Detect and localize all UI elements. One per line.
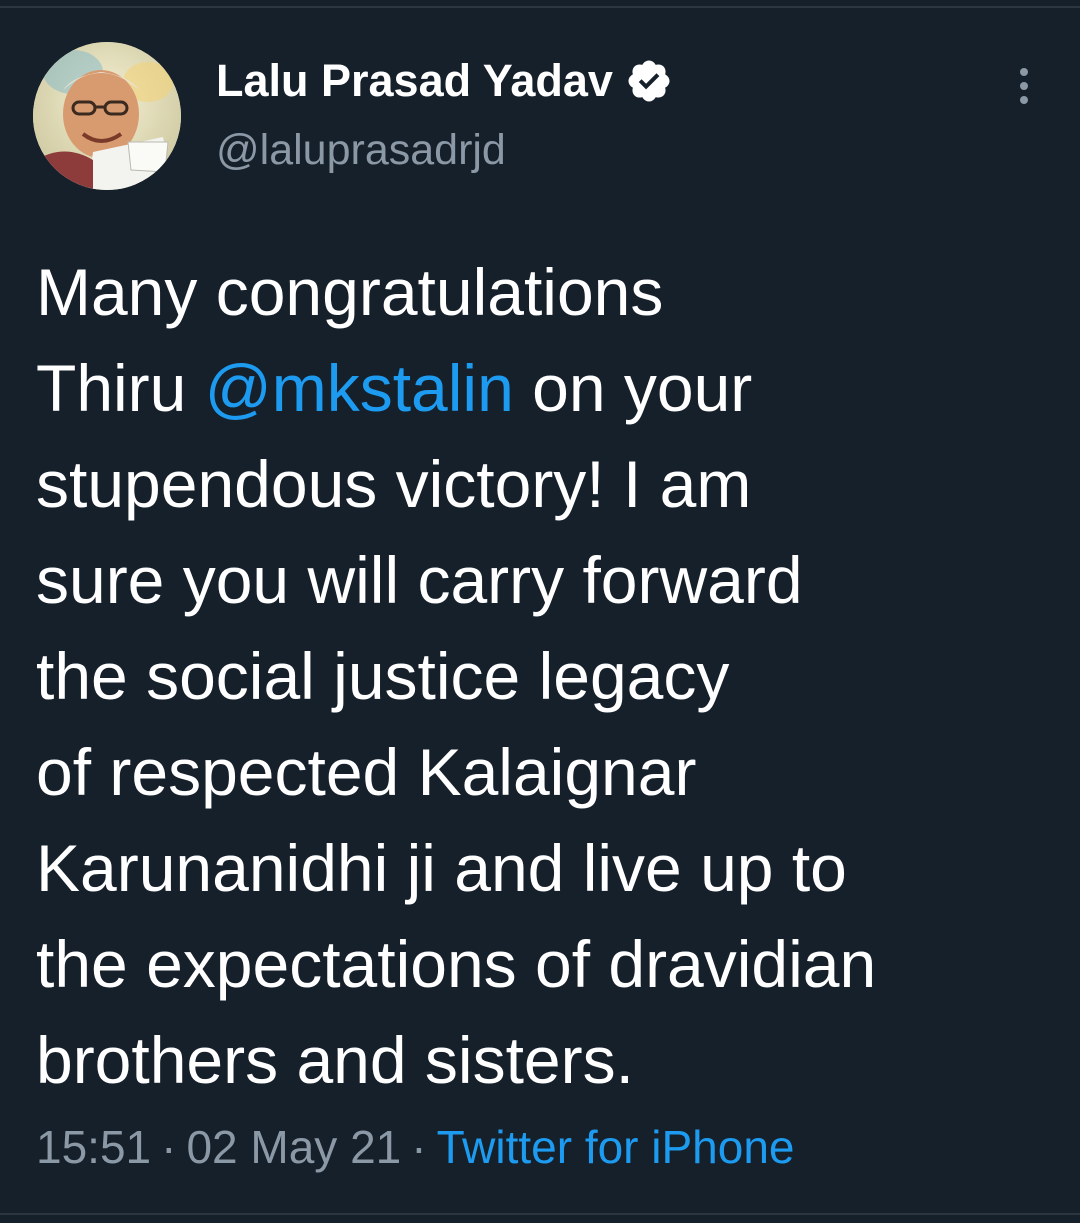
avatar-image: [33, 42, 181, 190]
tweet-text-segment: of respected Kalaignar: [36, 735, 697, 809]
top-divider: [0, 6, 1080, 8]
tweet-text: Many congratulations Thiru @mkstalin on …: [36, 244, 1046, 1108]
separator-dot: ·: [161, 1121, 177, 1173]
avatar[interactable]: [33, 42, 181, 190]
tweet-source-link[interactable]: Twitter for iPhone: [437, 1121, 795, 1173]
tweet-text-segment: on your: [513, 351, 753, 425]
tweet-line: sure you will carry forward: [36, 532, 1046, 628]
tweet-text-segment: brothers and sisters.: [36, 1023, 634, 1097]
user-handle[interactable]: @laluprasadrjd: [216, 126, 506, 175]
tweet-text-segment: the expectations of dravidian: [36, 927, 877, 1001]
separator-dot: ·: [411, 1121, 427, 1173]
tweet-text-segment: Many congratulations: [36, 255, 664, 329]
tweet-line: Thiru @mkstalin on your: [36, 340, 1046, 436]
tweet-text-segment: the social justice legacy: [36, 639, 730, 713]
display-name: Lalu Prasad Yadav: [216, 55, 613, 106]
tweet-line: the expectations of dravidian: [36, 916, 1046, 1012]
tweet-text-segment: sure you will carry forward: [36, 543, 803, 617]
tweet-line: brothers and sisters.: [36, 1012, 1046, 1108]
bottom-divider: [0, 1213, 1080, 1215]
tweet-line: of respected Kalaignar: [36, 724, 1046, 820]
mention-link[interactable]: @mkstalin: [205, 351, 514, 425]
tweet-text-segment: Thiru: [36, 351, 205, 425]
tweet-text-segment: stupendous victory! I am: [36, 447, 752, 521]
tweet-date: 02 May 21: [186, 1121, 402, 1173]
tweet-line: Karunanidhi ji and live up to: [36, 820, 1046, 916]
more-vertical-icon[interactable]: [1004, 62, 1044, 110]
tweet-time: 15:51: [36, 1121, 152, 1173]
tweet-line: Many congratulations: [36, 244, 1046, 340]
display-name-row[interactable]: Lalu Prasad Yadav: [216, 52, 673, 110]
tweet-line: stupendous victory! I am: [36, 436, 1046, 532]
verified-badge-icon: [625, 57, 673, 105]
tweet-meta: 15:51 · 02 May 21 · Twitter for iPhone: [36, 1120, 795, 1174]
tweet-line: the social justice legacy: [36, 628, 1046, 724]
tweet-text-segment: Karunanidhi ji and live up to: [36, 831, 847, 905]
